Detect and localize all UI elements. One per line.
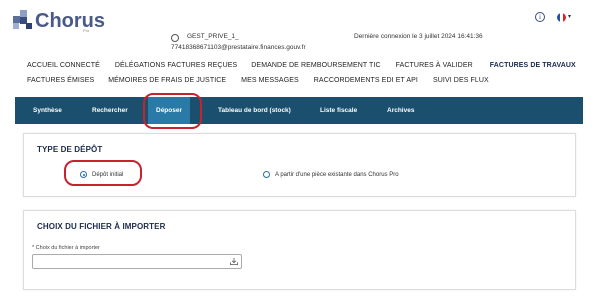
upload-icon[interactable] (230, 258, 238, 265)
tab-archives[interactable]: Archives (387, 107, 414, 114)
user-email: 77418368671103@prestataire.finances.gouv… (171, 44, 306, 51)
menu-item-factures-emises[interactable]: Factures émises (27, 77, 94, 84)
file-input[interactable] (32, 254, 242, 269)
user-name: GEST_PRIVE_1_ (187, 33, 239, 40)
chorus-logo[interactable]: Chorus (13, 10, 105, 32)
radio-unselected-icon[interactable] (263, 171, 270, 178)
menu-item-accueil[interactable]: Accueil connecté (27, 62, 100, 69)
tab-rechercher[interactable]: Rechercher (92, 107, 128, 114)
tab-tableau-de-bord[interactable]: Tableau de bord (stock) (218, 107, 291, 114)
menu-item-raccordements[interactable]: Raccordements EDI et API (314, 77, 418, 84)
logo-text: Chorus (35, 10, 105, 32)
sub-navigation: Synthèse Rechercher Déposer Tableau de b… (15, 97, 583, 124)
main-menu-row-2: Factures émises Mémoires de frais de jus… (27, 77, 489, 84)
menu-item-factures-de-travaux[interactable]: Factures de travaux (490, 62, 576, 69)
depot-initial-highlight-annotation (64, 160, 142, 186)
menu-item-memoires[interactable]: Mémoires de frais de justice (108, 77, 226, 84)
chorus-logo-icon (13, 10, 33, 30)
menu-item-remboursement-tic[interactable]: Demande de remboursement TIC (251, 62, 380, 69)
tab-liste-fiscale[interactable]: Liste fiscale (320, 107, 357, 114)
menu-item-factures-a-valider[interactable]: Factures à valider (396, 62, 473, 69)
info-icon[interactable]: i (535, 12, 545, 22)
radio-piece-existante[interactable]: A partir d'une pièce existante dans Chor… (263, 171, 399, 178)
menu-item-mes-messages[interactable]: Mes messages (241, 77, 299, 84)
language-caret-icon[interactable]: ▾ (568, 13, 571, 20)
file-field-label: * Choix du fichier à importer (32, 245, 100, 251)
file-import-title: Choix du fichier à importer (37, 222, 166, 231)
menu-item-delegations[interactable]: Délégations factures reçues (115, 62, 237, 69)
radio-piece-existante-label: A partir d'une pièce existante dans Chor… (275, 171, 399, 178)
user-icon (171, 34, 179, 42)
main-menu-row-1: Accueil connecté Délégations factures re… (27, 62, 576, 69)
deposer-highlight-annotation (143, 93, 202, 129)
logo-subtitle: Pro (83, 28, 90, 33)
menu-item-suivi-des-flux[interactable]: Suivi des flux (433, 77, 489, 84)
flag-fr-icon[interactable] (557, 13, 566, 22)
deposit-type-title: Type de dépôt (37, 145, 103, 154)
file-import-panel: Choix du fichier à importer * Choix du f… (23, 210, 576, 290)
tab-synthese[interactable]: Synthèse (33, 107, 62, 114)
last-connection: Dernière connexion le 3 juillet 2024 16:… (354, 33, 483, 40)
